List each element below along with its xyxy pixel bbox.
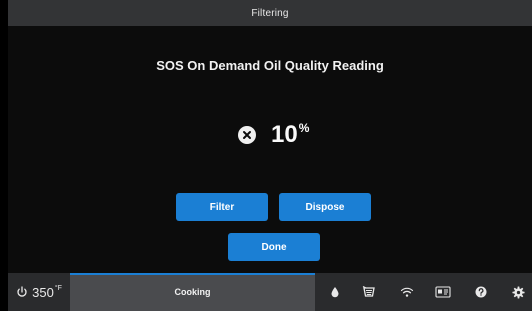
x-circle-icon xyxy=(238,126,256,144)
oil-quality-reading: 10 % xyxy=(238,115,309,155)
temperature-button[interactable]: 350 °F xyxy=(8,273,70,311)
temperature-value: 350 xyxy=(32,284,54,300)
done-button[interactable]: Done xyxy=(228,233,320,261)
oil-quality-heading: SOS On Demand Oil Quality Reading xyxy=(156,58,384,73)
id-card-icon xyxy=(435,286,451,298)
help-icon xyxy=(475,286,487,298)
screen-bezel xyxy=(0,0,8,311)
fryer-basket-icon xyxy=(362,285,375,297)
filter-button[interactable]: Filter xyxy=(176,193,268,221)
fryer-basket-button[interactable] xyxy=(354,273,384,311)
cooking-progress-bar xyxy=(70,273,315,275)
temperature-unit: °F xyxy=(54,285,62,292)
settings-button[interactable] xyxy=(503,273,532,311)
cooking-tab[interactable]: Cooking xyxy=(70,273,315,311)
oil-drop-button[interactable] xyxy=(320,273,350,311)
settings-gear-icon xyxy=(511,285,525,299)
oil-drop-icon xyxy=(331,287,339,298)
reading-unit: % xyxy=(298,121,310,135)
power-icon xyxy=(17,286,27,297)
cooking-tab-label: Cooking xyxy=(174,287,211,297)
page-title: Filtering xyxy=(251,7,289,19)
main-screen xyxy=(8,0,532,311)
reading-value: 10 xyxy=(271,121,298,148)
wifi-button[interactable] xyxy=(392,273,422,311)
title-bar: Filtering xyxy=(8,0,532,26)
id-card-button[interactable] xyxy=(428,273,458,311)
wifi-icon xyxy=(400,287,414,297)
dispose-button[interactable]: Dispose xyxy=(279,193,371,221)
help-button[interactable] xyxy=(466,273,496,311)
